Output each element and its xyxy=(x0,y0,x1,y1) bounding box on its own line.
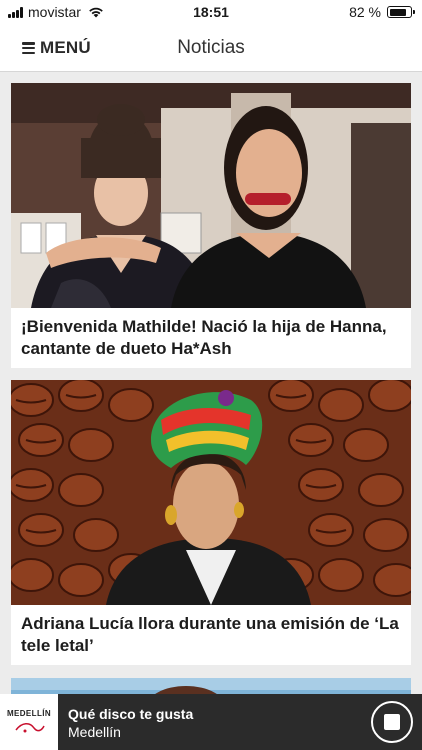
battery-icon xyxy=(387,6,415,18)
news-feed[interactable]: ¡Bienvenida Mathilde! Nació la hija de H… xyxy=(0,72,422,694)
track-title: Qué disco te gusta xyxy=(68,706,194,722)
battery-percent: 82 % xyxy=(349,4,381,20)
article-title[interactable]: Adriana Lucía llora durante una emisión … xyxy=(11,605,411,665)
now-playing[interactable]: Qué disco te gusta Medellín xyxy=(68,705,193,741)
app-header: MENÚ Noticias xyxy=(0,24,422,72)
article-image[interactable] xyxy=(11,678,411,694)
stop-icon xyxy=(384,714,400,730)
stop-button[interactable] xyxy=(371,701,413,743)
article-card[interactable]: Adriana Lucía llora durante una emisión … xyxy=(11,380,411,665)
article-image[interactable] xyxy=(11,83,411,308)
article-title[interactable]: ¡Bienvenida Mathilde! Nació la hija de H… xyxy=(11,308,411,368)
radio-player: MEDELLÍN Qué disco te gusta Medellín xyxy=(0,694,422,750)
article-image[interactable] xyxy=(11,380,411,605)
article-card[interactable] xyxy=(11,678,411,694)
article-card[interactable]: ¡Bienvenida Mathilde! Nació la hija de H… xyxy=(11,83,411,368)
page-title: Noticias xyxy=(177,37,245,58)
status-bar: movistar 18:51 82 % xyxy=(0,0,422,24)
station-logo-icon xyxy=(15,722,45,732)
station-logo-text: MEDELLÍN xyxy=(6,708,52,718)
station-logo: MEDELLÍN xyxy=(0,694,58,750)
status-right: 82 % xyxy=(349,4,415,20)
battery-fill xyxy=(389,8,406,16)
station-name: Medellín xyxy=(68,724,121,740)
